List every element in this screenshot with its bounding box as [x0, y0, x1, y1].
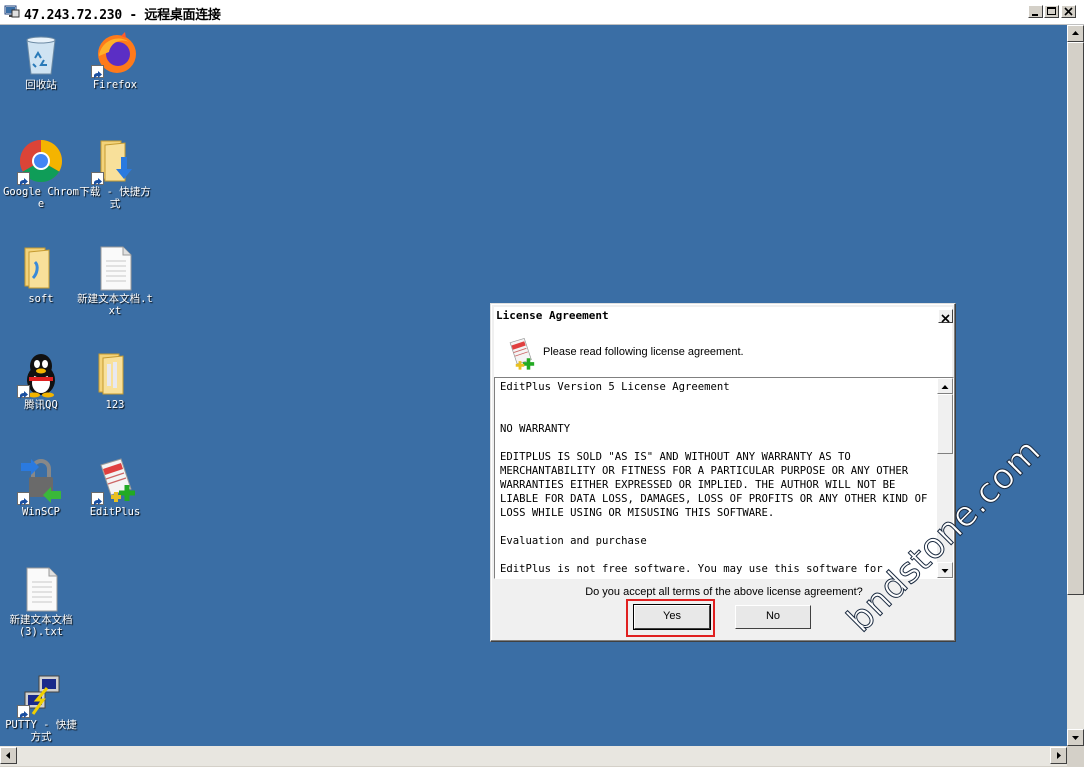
desktop-icon-editplus[interactable]: EditPlus	[77, 457, 153, 518]
desktop-icon-label: soft	[28, 293, 54, 305]
chrome-icon	[17, 137, 65, 186]
license-scroll-up-button[interactable]	[937, 378, 953, 394]
desktop-icon-label: 123	[105, 399, 125, 411]
maximize-button[interactable]	[1044, 5, 1059, 18]
desktop-icon-label: PUTTY - 快捷方式	[5, 719, 77, 743]
rdp-titlebar: 47.243.72.230 - 远程桌面连接	[0, 0, 1084, 25]
desktop-icon-recycle-bin[interactable]: 回收站	[3, 30, 79, 91]
window-title: 47.243.72.230 - 远程桌面连接	[24, 8, 221, 23]
desktop-icon-label: 新建文本文档.txt	[77, 293, 153, 317]
dialog-titlebar: License Agreement	[494, 307, 953, 325]
desktop-icon-text-file[interactable]: 新建文本文档.txt	[77, 244, 153, 317]
desktop-icon-label: 腾讯QQ	[24, 399, 58, 411]
dialog-header: Please read following license agreement.	[494, 325, 952, 382]
scroll-down-button[interactable]	[1067, 729, 1084, 746]
folder-icon	[91, 350, 139, 398]
dialog-close-button[interactable]	[938, 309, 953, 323]
recycle-bin-icon	[17, 30, 65, 78]
putty-icon	[17, 670, 65, 719]
folder-icon	[17, 244, 65, 292]
winscp-icon	[17, 457, 65, 506]
editplus-icon	[91, 457, 139, 506]
desktop-icon-winscp[interactable]: WinSCP	[3, 457, 79, 518]
close-button[interactable]	[1061, 5, 1076, 18]
shortcut-arrow-icon	[91, 65, 104, 79]
text-file-icon	[91, 244, 139, 292]
desktop-icon-label: WinSCP	[22, 506, 60, 518]
desktop-icon-label: Firefox	[92, 79, 138, 91]
qq-icon	[17, 350, 65, 399]
desktop-icon-text-file-3[interactable]: 新建文本文档 (3).txt	[3, 565, 79, 638]
downloads-folder-icon	[91, 137, 139, 186]
dialog-title: License Agreement	[496, 309, 609, 322]
scrollbar-corner	[1067, 746, 1084, 766]
shortcut-arrow-icon	[91, 492, 104, 506]
text-file-icon	[17, 565, 65, 613]
desktop-icon-label: 新建文本文档 (3).txt	[9, 614, 73, 638]
firefox-icon	[91, 30, 139, 79]
scroll-right-button[interactable]	[1050, 747, 1067, 764]
desktop-icon-123[interactable]: 123	[77, 350, 153, 411]
shortcut-arrow-icon	[91, 172, 104, 186]
shortcut-arrow-icon	[17, 172, 30, 186]
yes-button-highlight	[626, 599, 715, 637]
desktop-icon-label: EditPlus	[89, 506, 141, 518]
desktop-icon-putty[interactable]: PUTTY - 快捷方式	[3, 670, 79, 743]
minimize-button[interactable]	[1028, 5, 1043, 18]
scroll-up-button[interactable]	[1067, 25, 1084, 42]
desktop-icon-downloads[interactable]: 下载 - 快捷方式	[77, 137, 153, 210]
desktop-icon-chrome[interactable]: Google Chrome	[3, 137, 79, 210]
editplus-setup-icon	[503, 337, 537, 371]
desktop-icon-label: 下载 - 快捷方式	[79, 186, 151, 210]
dialog-header-text: Please read following license agreement.	[543, 346, 744, 358]
shortcut-arrow-icon	[17, 492, 30, 506]
remote-desktop-icon	[4, 4, 20, 18]
no-button[interactable]: No	[735, 605, 811, 629]
desktop-icon-firefox[interactable]: Firefox	[77, 30, 153, 91]
license-scroll-thumb[interactable]	[937, 394, 953, 454]
desktop-icon-soft[interactable]: soft	[3, 244, 79, 305]
desktop-icon-qq[interactable]: 腾讯QQ	[3, 350, 79, 411]
shortcut-arrow-icon	[17, 385, 30, 399]
license-text: EditPlus Version 5 License Agreement NO …	[500, 381, 928, 575]
desktop-icon-label: 回收站	[25, 79, 57, 91]
desktop-icon-label: Google Chrome	[3, 186, 79, 210]
license-text-area[interactable]: EditPlus Version 5 License Agreement NO …	[494, 377, 954, 579]
scroll-left-button[interactable]	[0, 747, 17, 764]
horizontal-scrollbar[interactable]	[0, 746, 1067, 766]
shortcut-arrow-icon	[17, 705, 30, 719]
vertical-scroll-thumb[interactable]	[1067, 42, 1084, 595]
